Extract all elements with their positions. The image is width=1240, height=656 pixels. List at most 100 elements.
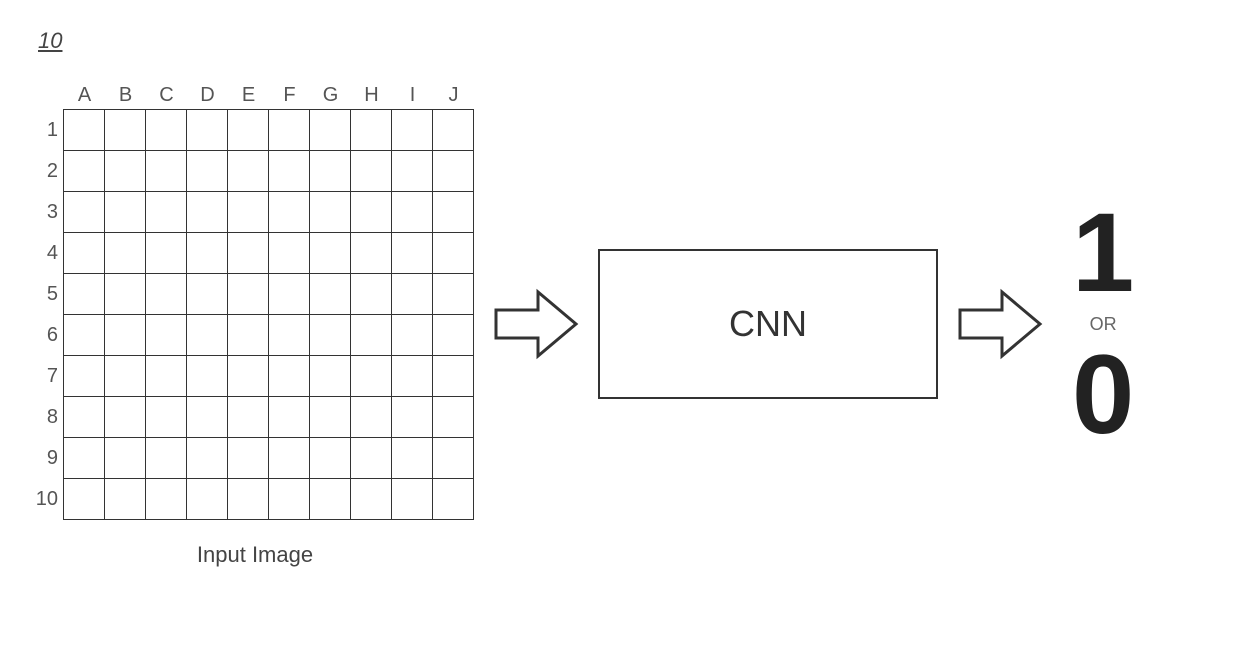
input-grid: ABCDEFGHIJ12345678910 [36, 80, 474, 520]
grid-cell [391, 314, 433, 356]
row-label: 7 [36, 356, 64, 397]
grid-cell [268, 396, 310, 438]
grid-cell [391, 273, 433, 315]
grid-cell [309, 314, 351, 356]
grid-cell [391, 191, 433, 233]
grid-cell [432, 478, 474, 520]
input-image-caption: Input Image [197, 542, 313, 568]
grid-cell [186, 109, 228, 151]
grid-cell [432, 355, 474, 397]
grid-cell [391, 396, 433, 438]
grid-cell [350, 232, 392, 274]
grid-cell [186, 396, 228, 438]
grid-cell [145, 478, 187, 520]
grid-cell [227, 232, 269, 274]
grid-cell [268, 150, 310, 192]
row-label: 1 [36, 110, 64, 151]
row-label: 6 [36, 315, 64, 356]
grid-cell [432, 437, 474, 479]
grid-cell [309, 437, 351, 479]
grid-cell [186, 478, 228, 520]
grid-cell [432, 150, 474, 192]
grid-cell [186, 355, 228, 397]
arrow-icon [492, 284, 580, 364]
grid-cell [145, 437, 187, 479]
grid-cell [350, 150, 392, 192]
grid-cell [350, 355, 392, 397]
grid-cell [104, 109, 146, 151]
grid-cell [63, 478, 105, 520]
grid-cell [227, 355, 269, 397]
grid-cell [63, 109, 105, 151]
output-block: 1 OR 0 [1072, 197, 1134, 451]
column-label: F [269, 80, 310, 110]
grid-cell [268, 437, 310, 479]
grid-cell [350, 191, 392, 233]
row-label: 4 [36, 233, 64, 274]
row-label: 8 [36, 397, 64, 438]
output-zero: 0 [1072, 339, 1134, 451]
grid-cell [227, 437, 269, 479]
grid-cell [268, 314, 310, 356]
grid-cell [350, 273, 392, 315]
column-label: E [228, 80, 269, 110]
grid-cell [104, 232, 146, 274]
grid-cell [186, 437, 228, 479]
grid-cell [309, 109, 351, 151]
grid-cell [145, 232, 187, 274]
grid-cell [391, 150, 433, 192]
grid-cell [309, 396, 351, 438]
row-label: 3 [36, 192, 64, 233]
grid-cell [63, 273, 105, 315]
grid-cell [63, 396, 105, 438]
cnn-label: CNN [729, 303, 807, 345]
grid-cell [104, 191, 146, 233]
grid-cell [268, 232, 310, 274]
grid-cell [145, 150, 187, 192]
grid-cell [63, 437, 105, 479]
row-label: 10 [36, 479, 64, 520]
grid-cell [350, 396, 392, 438]
grid-cell [391, 355, 433, 397]
grid-cell [186, 150, 228, 192]
output-or: OR [1090, 315, 1117, 333]
row-label: 9 [36, 438, 64, 479]
grid-cell [227, 109, 269, 151]
grid-cell [391, 478, 433, 520]
grid-cell [227, 396, 269, 438]
grid-cell [268, 273, 310, 315]
grid-cell [104, 437, 146, 479]
grid-cell [309, 273, 351, 315]
grid-cell [432, 396, 474, 438]
row-label: 5 [36, 274, 64, 315]
grid-cell [104, 396, 146, 438]
grid-cell [350, 314, 392, 356]
grid-cell [186, 232, 228, 274]
grid-cell [309, 355, 351, 397]
column-label: H [351, 80, 392, 110]
arrow-icon [956, 284, 1044, 364]
grid-cell [432, 273, 474, 315]
grid-cell [309, 191, 351, 233]
grid-cell [104, 314, 146, 356]
column-label: C [146, 80, 187, 110]
grid-cell [227, 273, 269, 315]
grid-cell [391, 232, 433, 274]
row-label: 2 [36, 151, 64, 192]
grid-cell [104, 150, 146, 192]
grid-cell [268, 355, 310, 397]
column-label: I [392, 80, 433, 110]
grid-cell [309, 478, 351, 520]
grid-cell [268, 109, 310, 151]
grid-cell [186, 273, 228, 315]
grid-cell [350, 437, 392, 479]
grid-cell [145, 396, 187, 438]
grid-cell [63, 150, 105, 192]
grid-cell [227, 150, 269, 192]
grid-cell [104, 478, 146, 520]
grid-cell [186, 191, 228, 233]
grid-cell [227, 191, 269, 233]
grid-cell [227, 478, 269, 520]
grid-cell [268, 191, 310, 233]
column-label: J [433, 80, 474, 110]
